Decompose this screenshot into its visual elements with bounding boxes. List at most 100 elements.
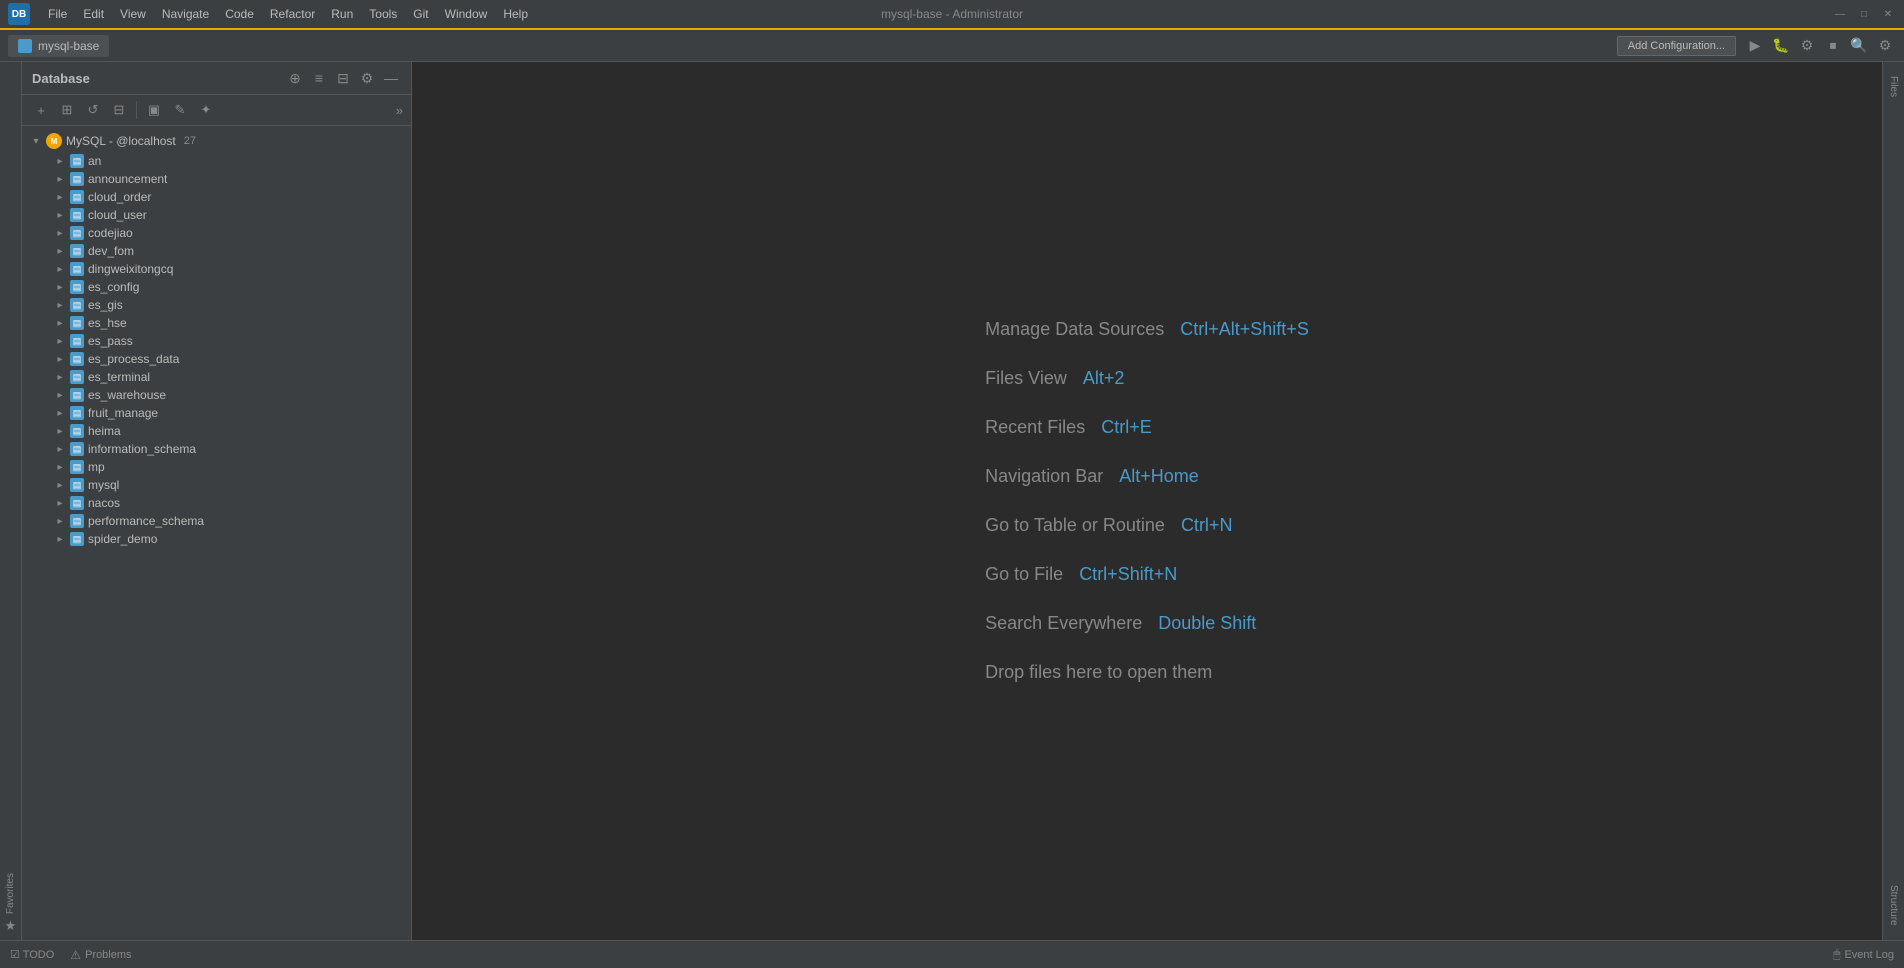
tree-item-chevron[interactable]: [54, 353, 66, 365]
list-item[interactable]: es_pass: [22, 332, 411, 350]
tree-item-chevron[interactable]: [54, 317, 66, 329]
tree-item-chevron[interactable]: [54, 425, 66, 437]
menu-file[interactable]: File: [42, 5, 73, 23]
list-item[interactable]: performance_schema: [22, 512, 411, 530]
db-minimize-button[interactable]: —: [381, 68, 401, 88]
list-item[interactable]: mp: [22, 458, 411, 476]
coverage-icon[interactable]: ⚙: [1796, 35, 1818, 57]
tree-item-label: mysql: [88, 478, 119, 492]
right-strip: Files Structure: [1882, 62, 1904, 940]
event-log-label[interactable]: 🖱 Event Log: [1833, 947, 1894, 962]
db-grid-button[interactable]: ⊞: [56, 99, 78, 121]
menu-run[interactable]: Run: [325, 5, 359, 23]
db-tree[interactable]: M MySQL - @localhost 27 an announcement …: [22, 126, 411, 940]
menu-window[interactable]: Window: [439, 5, 494, 23]
debug-icon[interactable]: 🐛: [1770, 35, 1792, 57]
tree-root-chevron[interactable]: [30, 135, 42, 147]
welcome-text-7: Search Everywhere: [985, 613, 1142, 634]
project-tab[interactable]: mysql-base: [8, 35, 109, 57]
db-refresh-button[interactable]: ↺: [82, 99, 104, 121]
tree-item-chevron[interactable]: [54, 497, 66, 509]
list-item[interactable]: dev_fom: [22, 242, 411, 260]
db-item-icon: [70, 388, 84, 402]
db-item-icon: [70, 424, 84, 438]
menu-navigate[interactable]: Navigate: [156, 5, 215, 23]
menu-help[interactable]: Help: [497, 5, 534, 23]
tree-item-chevron[interactable]: [54, 443, 66, 455]
tree-item-chevron[interactable]: [54, 371, 66, 383]
list-item[interactable]: cloud_order: [22, 188, 411, 206]
tree-item-chevron[interactable]: [54, 155, 66, 167]
db-table-button[interactable]: ▣: [143, 99, 165, 121]
tree-item-chevron[interactable]: [54, 515, 66, 527]
favorites-star-icon[interactable]: ★: [5, 918, 17, 934]
tree-item-chevron[interactable]: [54, 533, 66, 545]
list-item[interactable]: an: [22, 152, 411, 170]
minimize-button[interactable]: —: [1832, 6, 1848, 22]
db-more-button[interactable]: »: [396, 103, 403, 118]
tree-item-chevron[interactable]: [54, 407, 66, 419]
list-item[interactable]: es_gis: [22, 296, 411, 314]
list-item[interactable]: es_hse: [22, 314, 411, 332]
settings-icon[interactable]: ⚙: [1874, 35, 1896, 57]
tree-item-chevron[interactable]: [54, 209, 66, 221]
db-new-button[interactable]: +: [30, 99, 52, 121]
welcome-shortcut-2: Alt+2: [1083, 368, 1125, 389]
files-strip-label[interactable]: Files: [1886, 70, 1901, 103]
tree-item-chevron[interactable]: [54, 173, 66, 185]
menu-view[interactable]: View: [114, 5, 152, 23]
list-item[interactable]: nacos: [22, 494, 411, 512]
db-settings-button[interactable]: ⚙: [357, 68, 377, 88]
list-item[interactable]: es_terminal: [22, 368, 411, 386]
tree-item-chevron[interactable]: [54, 389, 66, 401]
tree-item-chevron[interactable]: [54, 299, 66, 311]
list-item[interactable]: cloud_user: [22, 206, 411, 224]
db-filter-button[interactable]: ⊟: [108, 99, 130, 121]
tree-item-chevron[interactable]: [54, 227, 66, 239]
menu-code[interactable]: Code: [219, 5, 260, 23]
list-item[interactable]: spider_demo: [22, 530, 411, 548]
db-collapse-button[interactable]: ⊟: [333, 68, 353, 88]
list-item[interactable]: dingweixitongcq: [22, 260, 411, 278]
list-item[interactable]: es_process_data: [22, 350, 411, 368]
list-item[interactable]: codejiao: [22, 224, 411, 242]
list-item[interactable]: es_config: [22, 278, 411, 296]
tree-item-label-cloud-order: cloud_order: [88, 190, 151, 204]
db-list-button[interactable]: ≡: [309, 68, 329, 88]
db-edit-button[interactable]: ✎: [169, 99, 191, 121]
db-star-button[interactable]: ✦: [195, 99, 217, 121]
add-config-button[interactable]: Add Configuration...: [1617, 36, 1736, 56]
close-button[interactable]: ✕: [1880, 6, 1896, 22]
tree-item-chevron[interactable]: [54, 245, 66, 257]
list-item[interactable]: es_warehouse: [22, 386, 411, 404]
status-bar: ☑ TODO ⚠ Problems 🖱 Event Log: [0, 940, 1904, 968]
todo-label[interactable]: ☑ TODO: [10, 948, 54, 961]
menu-tools[interactable]: Tools: [363, 5, 403, 23]
title-bar-right: — □ ✕: [1832, 6, 1896, 22]
favorites-label[interactable]: Favorites: [5, 873, 16, 914]
menu-git[interactable]: Git: [407, 5, 434, 23]
db-add-button[interactable]: ⊕: [285, 68, 305, 88]
tree-item-chevron[interactable]: [54, 461, 66, 473]
run-icon[interactable]: ▶: [1744, 35, 1766, 57]
db-item-icon: [70, 172, 84, 186]
tree-item-chevron[interactable]: [54, 281, 66, 293]
maximize-button[interactable]: □: [1856, 6, 1872, 22]
db-item-icon: [70, 496, 84, 510]
list-item[interactable]: announcement: [22, 170, 411, 188]
tree-root-mysql[interactable]: M MySQL - @localhost 27: [22, 130, 411, 152]
list-item[interactable]: mysql: [22, 476, 411, 494]
tree-item-chevron[interactable]: [54, 335, 66, 347]
tree-item-chevron[interactable]: [54, 191, 66, 203]
list-item[interactable]: information_schema: [22, 440, 411, 458]
list-item[interactable]: heima: [22, 422, 411, 440]
list-item[interactable]: fruit_manage: [22, 404, 411, 422]
problems-label[interactable]: ⚠ Problems: [70, 948, 131, 962]
structure-strip-label[interactable]: Structure: [1886, 879, 1901, 932]
tree-item-chevron[interactable]: [54, 263, 66, 275]
tree-item-chevron[interactable]: [54, 479, 66, 491]
stop-icon[interactable]: ⏹: [1822, 35, 1844, 57]
search-everywhere-icon[interactable]: 🔍: [1848, 35, 1870, 57]
menu-refactor[interactable]: Refactor: [264, 5, 321, 23]
menu-edit[interactable]: Edit: [77, 5, 110, 23]
